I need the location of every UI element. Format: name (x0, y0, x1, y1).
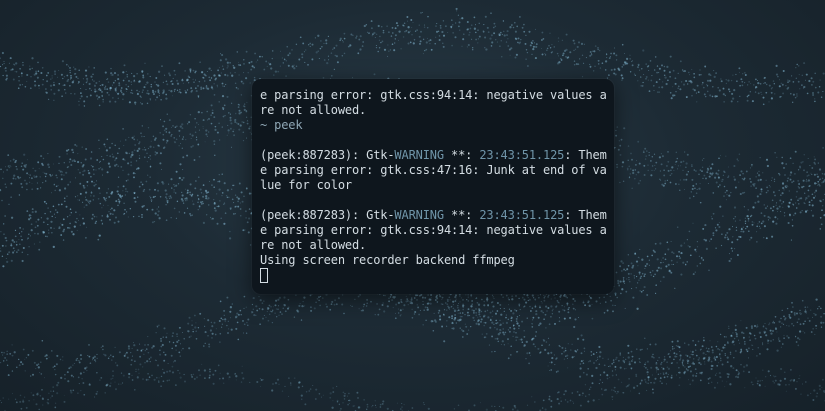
terminal-line: Using screen recorder backend ffmpeg (260, 253, 515, 267)
text-cursor (260, 268, 268, 283)
warning-source: (peek:887283): Gtk- (260, 148, 395, 162)
terminal-prompt-line: ~ peek (260, 118, 610, 133)
warning-stars: **: (443, 208, 480, 222)
terminal-output[interactable]: e parsing error: gtk.css:94:14: negative… (260, 88, 610, 283)
warning-level: WARNING (394, 208, 444, 222)
terminal-line: e parsing error: gtk.css:94:14: negative… (260, 223, 607, 237)
terminal-cursor-line (260, 268, 610, 283)
warning-timestamp: 23:43:51.125 (479, 208, 565, 222)
terminal-line: re not allowed. (260, 238, 367, 252)
prompt-command: peek (274, 118, 303, 132)
terminal-line: e parsing error: gtk.css:47:16: Junk at … (260, 163, 607, 177)
terminal-line: e parsing error: gtk.css:94:14: negative… (260, 88, 607, 102)
terminal-warning-line: (peek:887283): Gtk-WARNING **: 23:43:51.… (260, 208, 610, 223)
warning-level: WARNING (394, 148, 444, 162)
prompt-tilde: ~ (260, 118, 268, 132)
terminal-warning-line: (peek:887283): Gtk-WARNING **: 23:43:51.… (260, 148, 610, 163)
warning-source: (peek:887283): Gtk- (260, 208, 395, 222)
warning-stars: **: (443, 148, 480, 162)
warning-message: : Them (564, 208, 607, 222)
warning-timestamp: 23:43:51.125 (479, 148, 565, 162)
terminal-line: re not allowed. (260, 103, 367, 117)
terminal-line: lue for color (260, 178, 352, 192)
warning-message: : Them (564, 148, 607, 162)
terminal-window[interactable]: e parsing error: gtk.css:94:14: negative… (252, 79, 614, 294)
